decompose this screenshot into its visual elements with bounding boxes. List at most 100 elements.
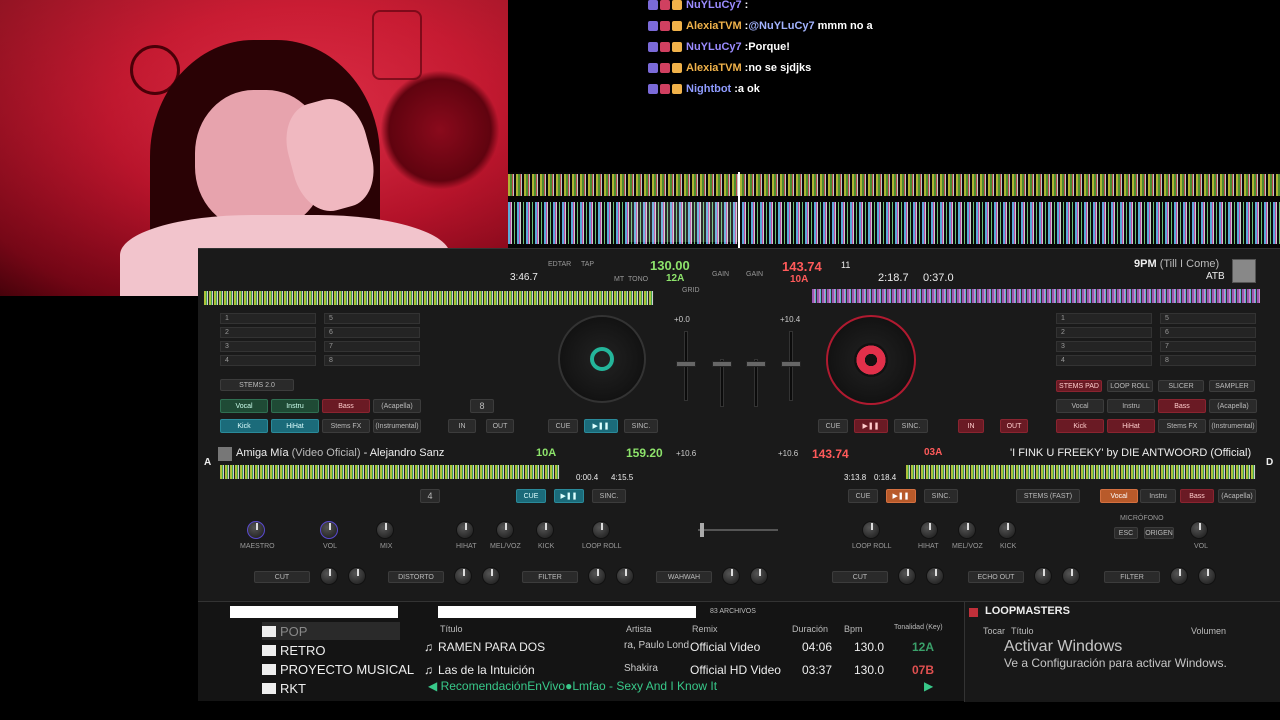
deck1-loop-out[interactable]: OUT xyxy=(486,419,514,433)
stem-pad[interactable]: Vocal xyxy=(220,399,268,413)
fx-select[interactable]: FILTER xyxy=(1104,571,1160,583)
folder-search-input[interactable] xyxy=(230,606,398,618)
deck4-pad-acapella[interactable]: (Acapella) xyxy=(1218,489,1256,503)
crossfader-track[interactable] xyxy=(698,529,778,531)
fx-knob[interactable] xyxy=(1198,567,1216,585)
deck1-loop-in[interactable]: IN xyxy=(448,419,476,433)
deck3-hihat-knob[interactable] xyxy=(456,521,474,539)
deck4-play-button[interactable]: ▶❚❚ xyxy=(886,489,916,503)
mic-esc-button[interactable]: ESC xyxy=(1114,527,1138,539)
fx-select[interactable]: CUT xyxy=(254,571,310,583)
pad-mode-button[interactable]: LOOP ROLL xyxy=(1107,380,1153,392)
deck4-mini-waveform[interactable] xyxy=(906,465,1256,479)
stem-pad[interactable]: Kick xyxy=(220,419,268,433)
pad-mode-button[interactable]: SLICER xyxy=(1158,380,1204,392)
stem-pad[interactable]: Instru xyxy=(1107,399,1155,413)
deck1-grid-label[interactable]: GRID xyxy=(682,287,700,294)
deck4-sync-button[interactable]: SINC. xyxy=(924,489,958,503)
folder-tree-item[interactable]: RETRO xyxy=(262,641,326,659)
fx-knob[interactable] xyxy=(926,567,944,585)
deck3-loop-roll-knob[interactable] xyxy=(592,521,610,539)
fx-knob[interactable] xyxy=(898,567,916,585)
stem-pad[interactable]: (Acapella) xyxy=(1209,399,1257,413)
stem-pad[interactable]: Instru xyxy=(271,399,319,413)
hotcue-slot[interactable]: 6 xyxy=(324,327,420,338)
deck2-play-button[interactable]: ▶❚❚ xyxy=(854,419,888,433)
mic-origin-button[interactable]: ORIGEN xyxy=(1144,527,1174,539)
deck4-pad-vocal[interactable]: Vocal xyxy=(1100,489,1138,503)
hotcue-slot[interactable]: 5 xyxy=(1160,313,1256,324)
hotcue-slot[interactable]: 3 xyxy=(220,341,316,352)
stem-pad[interactable]: Kick xyxy=(1056,419,1104,433)
deck2-cue-button[interactable]: CUE xyxy=(818,419,848,433)
hotcue-slot[interactable]: 7 xyxy=(324,341,420,352)
pad-mode-button[interactable]: STEMS PAD xyxy=(1056,380,1102,392)
deck4-melvoz-knob[interactable] xyxy=(958,521,976,539)
hotcue-slot[interactable]: 8 xyxy=(324,355,420,366)
fx-knob[interactable] xyxy=(1062,567,1080,585)
deck4-kick-knob[interactable] xyxy=(998,521,1016,539)
stem-pad[interactable]: (Instrumental) xyxy=(373,419,421,433)
stem-pad[interactable]: Bass xyxy=(1158,399,1206,413)
hotcue-slot[interactable]: 5 xyxy=(324,313,420,324)
waveform-overview[interactable] xyxy=(508,172,1280,248)
hotcue-slot[interactable]: 1 xyxy=(1056,313,1152,324)
deck4-hihat-knob[interactable] xyxy=(920,521,938,539)
folder-tree-item[interactable]: POP xyxy=(262,622,400,640)
column-header[interactable]: Título xyxy=(440,624,463,634)
stem-pad[interactable]: Stems FX xyxy=(322,419,370,433)
fx-knob[interactable] xyxy=(588,567,606,585)
deck4-loop-roll-knob[interactable] xyxy=(862,521,880,539)
fx-knob[interactable] xyxy=(750,567,768,585)
stem-pad[interactable]: HiHat xyxy=(271,419,319,433)
stem-pad[interactable]: Bass xyxy=(322,399,370,413)
edit-label[interactable]: EDTAR xyxy=(548,261,571,268)
deck4-cue-button[interactable]: CUE xyxy=(848,489,878,503)
stem-pad[interactable]: Vocal xyxy=(1056,399,1104,413)
fx-knob[interactable] xyxy=(722,567,740,585)
fx-select[interactable]: ECHO OUT xyxy=(968,571,1024,583)
hotcue-slot[interactable]: 4 xyxy=(220,355,316,366)
hotcue-slot[interactable]: 7 xyxy=(1160,341,1256,352)
deck4-pad-bass[interactable]: Bass xyxy=(1180,489,1214,503)
deck1-loop-size[interactable]: 8 xyxy=(470,399,494,413)
deck3-melvoz-knob[interactable] xyxy=(496,521,514,539)
tap-label[interactable]: TAP xyxy=(581,261,594,268)
column-header[interactable]: Tonalidad (Key) xyxy=(894,624,943,631)
folder-tree-item[interactable]: RKT xyxy=(262,679,306,697)
deck3-cue-button[interactable]: CUE xyxy=(516,489,546,503)
hotcue-slot[interactable]: 3 xyxy=(1056,341,1152,352)
fx-select[interactable]: DISTORTO xyxy=(388,571,444,583)
fx-knob[interactable] xyxy=(482,567,500,585)
mix-knob[interactable] xyxy=(376,521,394,539)
vol-knob[interactable] xyxy=(320,521,338,539)
fx-knob[interactable] xyxy=(348,567,366,585)
fx-knob[interactable] xyxy=(616,567,634,585)
stem-pad[interactable]: (Acapella) xyxy=(373,399,421,413)
fx-select[interactable]: WAHWAH xyxy=(656,571,712,583)
master-knob[interactable] xyxy=(247,521,265,539)
column-header[interactable]: Duración xyxy=(792,624,828,634)
hotcue-slot[interactable]: 2 xyxy=(1056,327,1152,338)
hotcue-slot[interactable]: 6 xyxy=(1160,327,1256,338)
track-row[interactable]: ♫ RAMEN PARA DOS ra, Paulo Lond Official Vi… xyxy=(424,640,944,662)
deck2-loop-out[interactable]: OUT xyxy=(1000,419,1028,433)
deck3-sync-button[interactable]: SINC. xyxy=(592,489,626,503)
fx-knob[interactable] xyxy=(454,567,472,585)
deck4-pad-instru[interactable]: Instru xyxy=(1140,489,1176,503)
deck2-jog-wheel[interactable] xyxy=(826,315,916,405)
mixer-volume-1-cap[interactable] xyxy=(712,361,732,367)
deck2-sync-button[interactable]: SINC. xyxy=(894,419,928,433)
deck2-loop-in[interactable]: IN xyxy=(958,419,984,433)
deck1-play-button[interactable]: ▶❚❚ xyxy=(584,419,618,433)
column-header[interactable]: Artista xyxy=(626,624,652,634)
deck1-cue-button[interactable]: CUE xyxy=(548,419,578,433)
deck2-pitch-cap[interactable] xyxy=(781,361,801,367)
deck2-mini-waveform[interactable] xyxy=(812,289,1260,303)
stem-pad[interactable]: HiHat xyxy=(1107,419,1155,433)
stem-pad[interactable]: Stems FX xyxy=(1158,419,1206,433)
hotcue-slot[interactable]: 2 xyxy=(220,327,316,338)
deck1-sync-button[interactable]: SINC. xyxy=(624,419,658,433)
fx-knob[interactable] xyxy=(1034,567,1052,585)
fx-select[interactable]: CUT xyxy=(832,571,888,583)
